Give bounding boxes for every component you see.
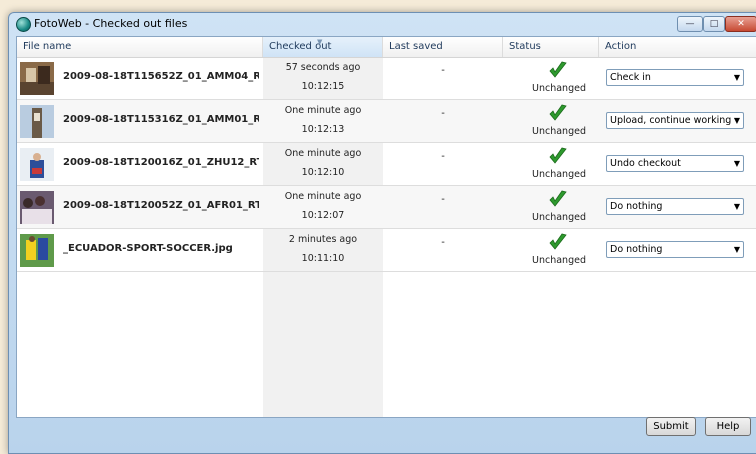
last-saved: - xyxy=(441,237,445,248)
action-selected: Upload, continue working xyxy=(610,115,732,126)
green-check-icon xyxy=(549,61,567,78)
table-row[interactable]: 2009-08-18T115652Z_01_AMM04_RTRI 57 seco… xyxy=(17,57,756,100)
action-dropdown[interactable]: Do nothing ▼ xyxy=(606,241,744,258)
checked-out-relative: 57 seconds ago xyxy=(285,62,361,73)
column-header-status[interactable]: Status xyxy=(503,37,599,57)
checked-out-time: 10:12:07 xyxy=(301,210,345,221)
list-header: File name ▼ Checked out Last saved Statu… xyxy=(17,37,756,58)
checked-out-time: 10:11:10 xyxy=(301,253,345,264)
title-bar[interactable]: FotoWeb - Checked out files — □ ✕ xyxy=(9,13,756,35)
last-saved: - xyxy=(441,194,445,205)
file-name: 2009-08-18T115652Z_01_AMM04_RTRI xyxy=(63,71,259,82)
checked-out-time: 10:12:13 xyxy=(301,124,345,135)
close-button[interactable]: ✕ xyxy=(725,16,756,32)
column-header-action[interactable]: Action xyxy=(599,37,756,57)
file-name: _ECUADOR-SPORT-SOCCER.jpg xyxy=(63,243,233,254)
column-header-checked-out[interactable]: ▼ Checked out xyxy=(263,37,383,57)
file-name: 2009-08-18T120016Z_01_ZHU12_RTRII xyxy=(63,157,259,168)
table-row[interactable]: 2009-08-18T120016Z_01_ZHU12_RTRII One mi… xyxy=(17,143,756,186)
status-text: Unchanged xyxy=(532,169,586,180)
table-row[interactable]: 2009-08-18T120052Z_01_AFR01_RTRII One mi… xyxy=(17,186,756,229)
chevron-down-icon: ▼ xyxy=(733,245,740,254)
submit-button[interactable]: Submit xyxy=(646,417,696,436)
maximize-button[interactable]: □ xyxy=(703,16,725,32)
checked-out-relative: 2 minutes ago xyxy=(288,234,358,245)
status-text: Unchanged xyxy=(532,212,586,223)
green-check-icon xyxy=(549,190,567,207)
last-saved: - xyxy=(441,151,445,162)
thumbnail-image xyxy=(20,105,54,138)
action-selected: Undo checkout xyxy=(610,158,681,169)
file-name: 2009-08-18T115316Z_01_AMM01_RTRI xyxy=(63,114,259,125)
table-row[interactable]: _ECUADOR-SPORT-SOCCER.jpg 2 minutes ago … xyxy=(17,229,756,272)
last-saved: - xyxy=(441,108,445,119)
help-button[interactable]: Help xyxy=(705,417,751,436)
action-selected: Do nothing xyxy=(610,244,663,255)
green-check-icon xyxy=(549,147,567,164)
green-check-icon xyxy=(549,233,567,250)
chevron-down-icon: ▼ xyxy=(733,202,740,211)
action-dropdown[interactable]: Do nothing ▼ xyxy=(606,198,744,215)
action-dropdown[interactable]: Check in ▼ xyxy=(606,69,744,86)
action-dropdown[interactable]: Upload, continue working ▼ xyxy=(606,112,744,129)
chevron-down-icon: ▼ xyxy=(733,73,740,82)
checked-out-time: 10:12:10 xyxy=(301,167,345,178)
table-row[interactable]: 2009-08-18T115316Z_01_AMM01_RTRI One min… xyxy=(17,100,756,143)
checked-out-relative: One minute ago xyxy=(284,148,362,159)
chevron-down-icon: ▼ xyxy=(733,116,740,125)
action-dropdown[interactable]: Undo checkout ▼ xyxy=(606,155,744,172)
status-text: Unchanged xyxy=(532,126,586,137)
sort-descending-icon: ▼ xyxy=(317,38,323,46)
thumbnail-image xyxy=(20,191,54,224)
window-title: FotoWeb - Checked out files xyxy=(34,17,188,30)
action-selected: Do nothing xyxy=(610,201,663,212)
chevron-down-icon: ▼ xyxy=(733,159,740,168)
files-list: File name ▼ Checked out Last saved Statu… xyxy=(16,36,756,418)
column-header-file-name[interactable]: File name xyxy=(17,37,263,57)
status-text: Unchanged xyxy=(532,255,586,266)
thumbnail-image xyxy=(20,62,54,95)
column-header-last-saved[interactable]: Last saved xyxy=(383,37,503,57)
checked-out-relative: One minute ago xyxy=(284,105,362,116)
green-check-icon xyxy=(549,104,567,121)
fotoweb-app-icon xyxy=(16,17,31,32)
action-selected: Check in xyxy=(610,72,651,83)
checked-out-time: 10:12:15 xyxy=(301,81,345,92)
checked-out-files-window: FotoWeb - Checked out files — □ ✕ File n… xyxy=(8,12,756,454)
file-name: 2009-08-18T120052Z_01_AFR01_RTRII xyxy=(63,200,259,211)
minimize-button[interactable]: — xyxy=(677,16,703,32)
thumbnail-image xyxy=(20,234,54,267)
checked-out-relative: One minute ago xyxy=(284,191,362,202)
last-saved: - xyxy=(441,65,445,76)
thumbnail-image xyxy=(20,148,54,181)
status-text: Unchanged xyxy=(532,83,586,94)
